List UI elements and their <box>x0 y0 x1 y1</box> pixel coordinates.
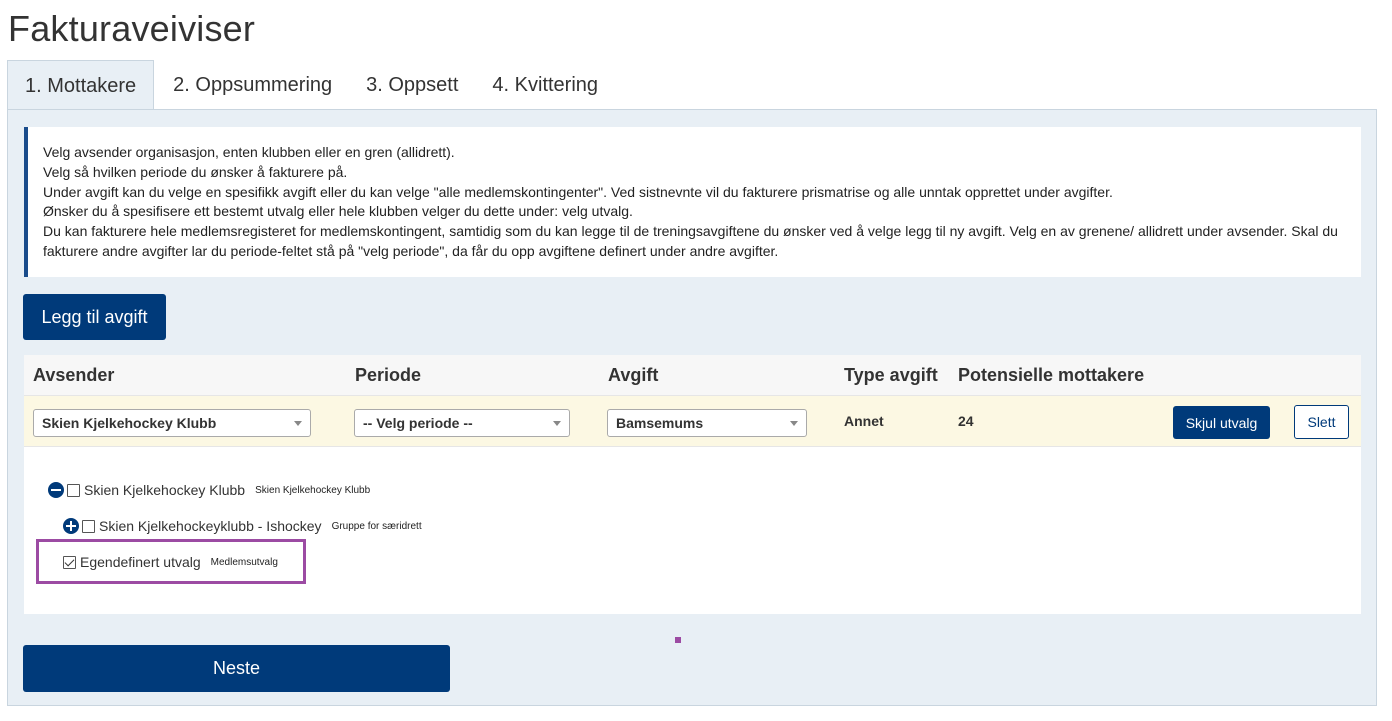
annotation-dot <box>675 637 681 643</box>
delete-button[interactable]: Slett <box>1294 405 1349 439</box>
tree-checkbox[interactable] <box>82 519 95 533</box>
info-line: Du kan fakturere hele medlemsregisteret … <box>43 223 1338 259</box>
info-line: Velg så hvilken periode du ønsker å fakt… <box>43 163 348 180</box>
tree-item-tag: Skien Kjelkehockey Klubb <box>255 484 371 496</box>
header-period: Periode <box>355 365 422 385</box>
tab-kvittering[interactable]: 4. Kvittering <box>475 60 615 110</box>
minus-circle-icon[interactable] <box>48 482 64 498</box>
tree-checkbox[interactable] <box>67 483 80 497</box>
tree-item-label: Skien Kjelkehockey Klubb <box>84 482 246 498</box>
info-line: Velg avsender organisasjon, enten klubbe… <box>43 144 455 160</box>
wizard-tabs: 1. Mottakere 2. Oppsummering 3. Oppsett … <box>7 60 615 111</box>
header-sender: Avsender <box>33 365 115 385</box>
hide-selection-button[interactable]: Skjul utvalg <box>1173 406 1270 439</box>
info-line: Under avgift kan du velge en spesifikk a… <box>43 183 1113 200</box>
header-fee-type: Type avgift <box>844 365 938 385</box>
chevron-down-icon <box>294 421 302 426</box>
tab-oppsett[interactable]: 3. Oppsett <box>349 60 475 110</box>
chevron-down-icon <box>790 421 798 426</box>
wizard-panel: Velg avsender organisasjon, enten klubbe… <box>7 109 1377 706</box>
annotation-highlight-box <box>36 539 306 584</box>
table-row: Skien Kjelkehockey Klubb -- Velg periode… <box>24 395 1361 447</box>
plus-circle-icon[interactable] <box>63 518 79 534</box>
tab-oppsummering[interactable]: 2. Oppsummering <box>156 60 349 110</box>
table-header: Avsender Periode Avgift Type avgift Pote… <box>24 355 1361 395</box>
period-select-value: -- Velg periode -- <box>363 415 473 431</box>
info-line: Ønsker du å spesifisere ett bestemt utva… <box>43 203 633 220</box>
fee-select-value: Bamsemums <box>616 415 704 431</box>
tree-item-club: Skien Kjelkehockey Klubb Skien Kjelkehoc… <box>48 482 370 498</box>
chevron-down-icon <box>553 421 561 426</box>
tree-item-ishockey: Skien Kjelkehockeyklubb - Ishockey Grupp… <box>63 518 422 534</box>
tab-mottakere[interactable]: 1. Mottakere <box>7 60 155 111</box>
sender-select-value: Skien Kjelkehockey Klubb <box>42 415 217 431</box>
page-title: Fakturaveiviser <box>8 8 256 49</box>
fee-select[interactable]: Bamsemums <box>607 409 807 437</box>
header-potential-recipients: Potensielle mottakere <box>958 365 1145 385</box>
tree-item-label: Skien Kjelkehockeyklubb - Ishockey <box>99 518 322 534</box>
info-box: Velg avsender organisasjon, enten klubbe… <box>24 127 1361 277</box>
next-button[interactable]: Neste <box>23 645 450 692</box>
tree-item-tag: Gruppe for særidrett <box>331 520 422 532</box>
period-select[interactable]: -- Velg periode -- <box>354 409 570 437</box>
sender-select[interactable]: Skien Kjelkehockey Klubb <box>33 409 311 437</box>
header-fee: Avgift <box>608 365 659 385</box>
fee-type-value: Annet <box>844 413 884 429</box>
add-fee-button[interactable]: Legg til avgift <box>23 294 166 340</box>
potential-recipients-value: 24 <box>958 413 974 429</box>
